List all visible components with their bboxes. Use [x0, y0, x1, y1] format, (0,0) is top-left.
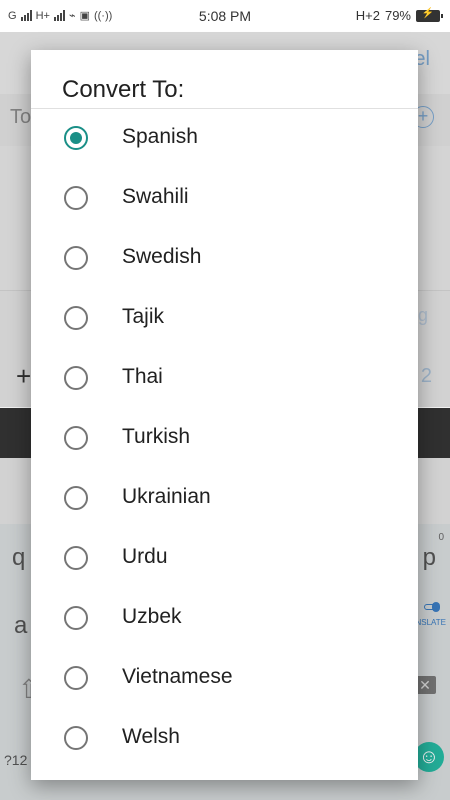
language-options: Spanish Swahili Swedish Tajik Thai Turkish Ukr… [31, 108, 418, 768]
dialog-title: Convert To: [62, 76, 185, 103]
status-bar: G H+ ⌁ ▣ ((·)) 5:08 PM H+2 79% ⚡ [0, 0, 450, 32]
radio-unchecked-icon[interactable] [64, 426, 88, 450]
language-option[interactable]: Swedish [31, 228, 418, 288]
radio-unchecked-icon[interactable] [64, 306, 88, 330]
language-option-label: Vietnamese [122, 665, 233, 688]
language-option-label: Ukrainian [122, 485, 211, 508]
language-option[interactable]: Uzbek [31, 588, 418, 648]
convert-to-dialog: Convert To: Spanish Swahili Swedish Tajik Th… [31, 50, 418, 780]
radio-unchecked-icon[interactable] [64, 246, 88, 270]
language-option-label: Welsh [122, 725, 180, 748]
language-option[interactable]: Vietnamese [31, 648, 418, 708]
radio-unchecked-icon[interactable] [64, 666, 88, 690]
language-option[interactable]: Spanish [31, 108, 418, 168]
language-option[interactable]: Thai [31, 348, 418, 408]
language-option-label: Turkish [122, 425, 191, 448]
language-option-label: Tajik [122, 305, 165, 328]
language-option[interactable]: Swahili [31, 168, 418, 228]
language-option-label: Thai [122, 365, 163, 388]
network-right-label: H+2 [355, 8, 380, 23]
radio-checked-icon[interactable] [64, 126, 88, 150]
language-option[interactable]: Turkish [31, 408, 418, 468]
language-option[interactable]: Urdu [31, 528, 418, 588]
radio-unchecked-icon[interactable] [64, 486, 88, 510]
battery-icon: ⚡ [416, 8, 443, 22]
language-option[interactable]: Ukrainian [31, 468, 418, 528]
radio-dot-icon [70, 132, 82, 144]
radio-unchecked-icon[interactable] [64, 546, 88, 570]
radio-unchecked-icon[interactable] [64, 606, 88, 630]
language-option-label: Urdu [122, 545, 168, 568]
language-option-label: Swedish [122, 245, 202, 268]
language-option-label: Uzbek [122, 605, 182, 628]
language-option-label: Swahili [122, 185, 189, 208]
language-option-label: Spanish [122, 125, 198, 148]
radio-unchecked-icon[interactable] [64, 366, 88, 390]
battery-label: 79% [384, 8, 411, 23]
radio-unchecked-icon[interactable] [64, 726, 88, 750]
radio-unchecked-icon[interactable] [64, 186, 88, 210]
language-option[interactable]: Welsh [31, 708, 418, 768]
language-option[interactable]: Tajik [31, 288, 418, 348]
status-right: H+2 79% ⚡ [355, 8, 443, 23]
